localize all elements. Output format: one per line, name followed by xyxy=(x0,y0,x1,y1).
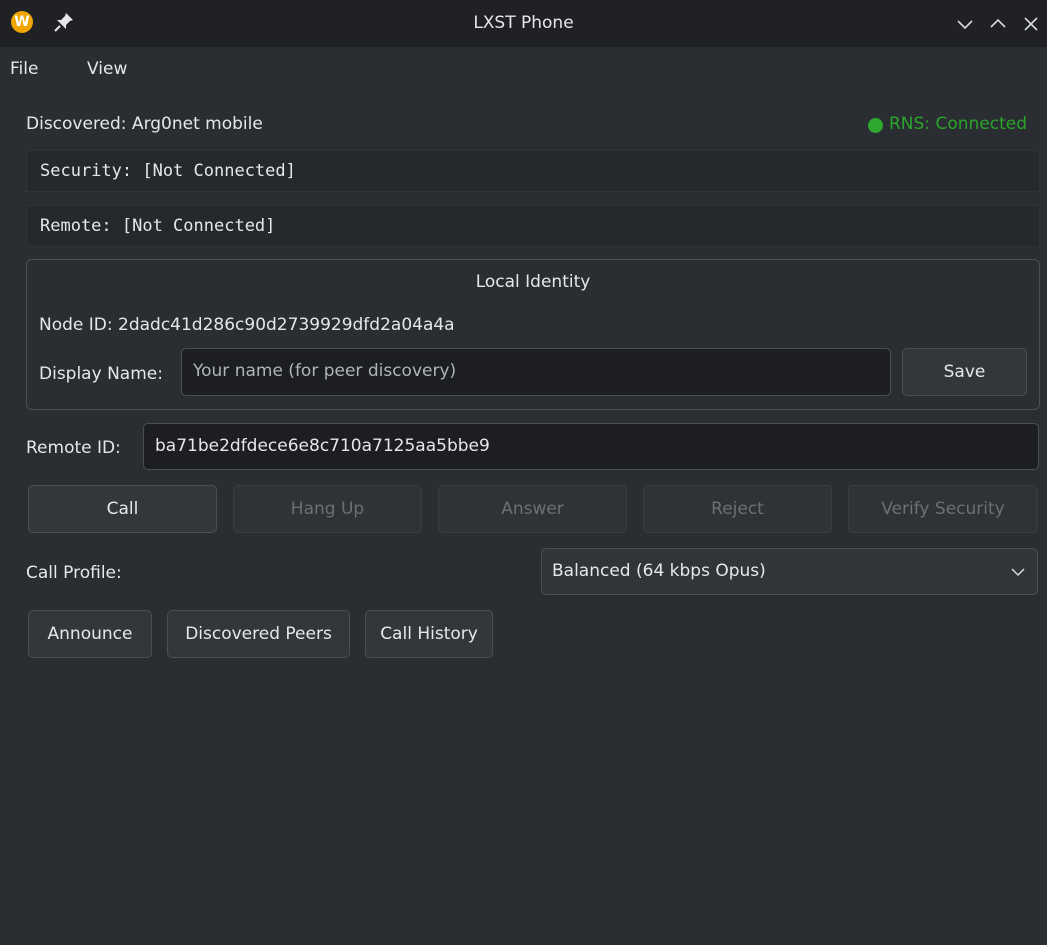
verify-security-button[interactable]: Verify Security xyxy=(848,485,1038,533)
call-profile-select[interactable]: Balanced (64 kbps Opus) xyxy=(541,548,1038,595)
security-status-panel: Security: [Not Connected] xyxy=(26,150,1040,192)
local-identity-group: Local Identity Node ID: 2dadc41d286c90d2… xyxy=(26,259,1040,410)
display-name-label: Display Name: xyxy=(39,364,163,384)
call-profile-value: Balanced (64 kbps Opus) xyxy=(552,561,766,581)
discovered-peers-button[interactable]: Discovered Peers xyxy=(167,610,350,658)
menu-view[interactable]: View xyxy=(87,59,127,79)
app-window: W LXST Phone File View Discovered: Arg0n… xyxy=(0,0,1047,945)
rns-status: RNS: Connected xyxy=(889,114,1027,134)
maximize-icon[interactable] xyxy=(986,12,1010,36)
minimize-icon[interactable] xyxy=(953,12,977,36)
answer-button[interactable]: Answer xyxy=(438,485,627,533)
hang-up-button[interactable]: Hang Up xyxy=(233,485,422,533)
announce-button[interactable]: Announce xyxy=(28,610,152,658)
display-name-input[interactable]: Your name (for peer discovery) xyxy=(181,348,891,396)
status-dot-icon xyxy=(868,118,883,133)
menu-bar: File View xyxy=(0,47,1047,91)
local-identity-title: Local Identity xyxy=(475,272,591,292)
remote-id-input[interactable]: ba71be2dfdece6e8c710a7125aa5bbe9 xyxy=(143,423,1039,470)
discovered-label: Discovered: Arg0net mobile xyxy=(26,114,263,134)
node-id-label: Node ID: 2dadc41d286c90d2739929dfd2a04a4… xyxy=(39,315,455,335)
call-history-button[interactable]: Call History xyxy=(365,610,493,658)
call-profile-label: Call Profile: xyxy=(26,563,122,583)
title-bar: W LXST Phone xyxy=(0,0,1047,47)
window-title: LXST Phone xyxy=(473,13,574,33)
reject-button[interactable]: Reject xyxy=(643,485,832,533)
chevron-down-icon xyxy=(1011,568,1025,577)
menu-file[interactable]: File xyxy=(10,59,38,79)
remote-id-label: Remote ID: xyxy=(26,438,121,458)
call-button[interactable]: Call xyxy=(28,485,217,533)
save-button[interactable]: Save xyxy=(902,348,1027,396)
remote-status-panel: Remote: [Not Connected] xyxy=(26,205,1040,247)
close-icon[interactable] xyxy=(1019,12,1043,36)
